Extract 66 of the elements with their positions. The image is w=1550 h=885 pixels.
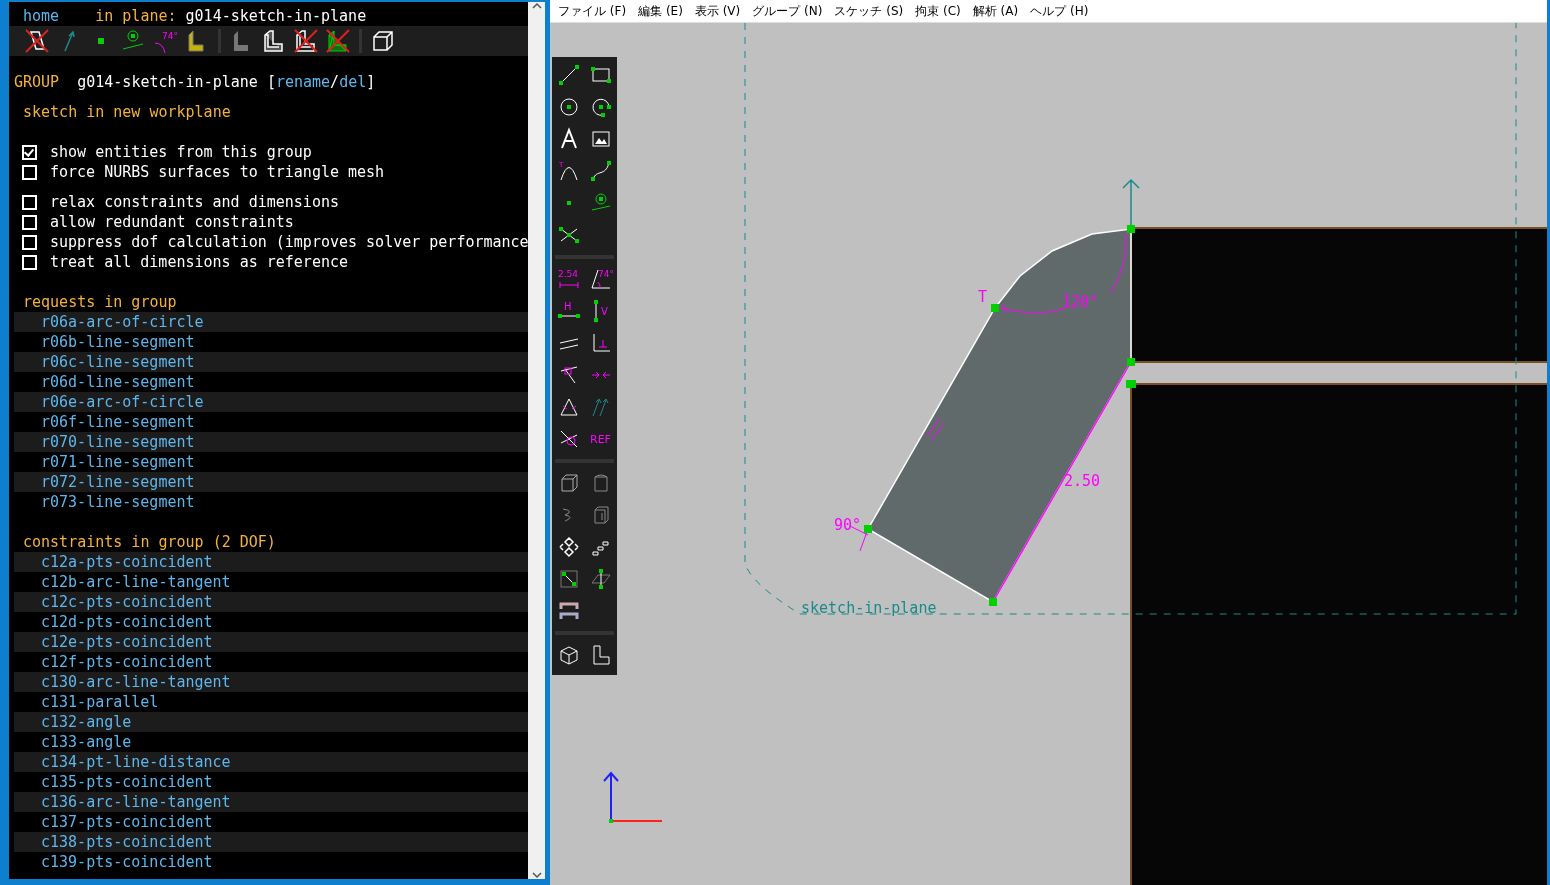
constraint-item[interactable]: c130-arc-line-tangent [14,672,528,692]
menu-item[interactable]: 編集 (E) [634,2,687,20]
checkbox[interactable] [22,214,37,230]
constraint-item[interactable]: c132-angle [14,712,528,732]
section-title: constraints in group (2 DOF) [23,532,276,552]
circle-icon[interactable] [557,95,581,119]
menu-item[interactable]: 表示 (V) [690,2,745,20]
in-workplane-icon[interactable] [589,567,613,591]
angle-label: 90° [834,516,862,534]
delete-link[interactable]: del [339,72,367,92]
constraint-item[interactable]: c12e-pts-coincident [14,632,528,652]
bracket-text: [ [266,72,276,92]
option-label: treat all dimensions as reference [50,252,348,272]
home-link[interactable]: home [23,6,60,26]
option-label: force NURBS surfaces to triangle mesh [50,162,385,182]
request-item[interactable]: r06e-arc-of-circle [14,392,528,412]
request-item[interactable]: r072-line-segment [14,472,528,492]
length-label: 2.50 [1064,472,1101,490]
in-3d-icon[interactable] [557,567,581,591]
step-rotate-icon[interactable] [557,535,581,559]
option-label: suppress dof calculation (improves solver performance [50,232,528,252]
constraint-item[interactable]: c134-pt-line-distance [14,752,528,772]
plane-name: g014-sketch-in-plane [185,6,367,26]
axis-drawing [603,771,663,823]
menu-item[interactable]: 解析 (A) [968,2,1023,20]
outlines-icon[interactable] [292,27,320,55]
option-label: allow redundant constraints [50,212,294,232]
rename-link[interactable]: rename [275,72,331,92]
checkbox[interactable] [22,234,37,250]
section-title: requests in group [23,292,177,312]
angle-label: 120° [1062,293,1099,311]
workplanes-icon[interactable] [23,27,51,55]
option-label: relax constraints and dimensions [50,192,339,212]
group-name: g014-sketch-in-plane [77,72,258,92]
group-type: sketch in new workplane [23,102,231,122]
menu-item[interactable]: スケッチ (S) [830,2,908,20]
request-item[interactable]: r070-line-segment [14,432,528,452]
checkbox[interactable] [22,194,37,210]
tangent-label: T [978,288,988,306]
checkbox[interactable] [22,254,37,270]
workplane-label: sketch-in-plane [801,599,937,617]
constraint-item[interactable]: c138-pts-coincident [14,832,528,852]
reference-icon[interactable]: REF [589,427,613,451]
parallel-mark [926,417,945,442]
menu-item[interactable]: ファイル (F) [554,2,631,20]
constraint-item[interactable]: c12a-pts-coincident [14,552,528,572]
menu-item[interactable]: グループ (N) [748,2,827,20]
scroll-up-icon[interactable] [531,2,542,10]
bracket-text: ] [366,72,376,92]
checkbox[interactable] [22,144,37,160]
request-item[interactable]: r06a-arc-of-circle [14,312,528,332]
constraint-item[interactable]: c12c-pts-coincident [14,592,528,612]
constraint-item[interactable]: c136-arc-line-tangent [14,792,528,812]
mesh-icon[interactable] [324,27,352,55]
checkbox[interactable] [22,164,37,180]
scroll-down-icon[interactable] [531,871,542,879]
scrollbar[interactable] [528,2,545,879]
spline-icon[interactable] [589,159,613,183]
request-item[interactable]: r06c-line-segment [14,352,528,372]
plane-label: in plane: [95,6,177,26]
option-label: show entities from this group [50,142,312,162]
slash-text: / [330,72,340,92]
group-label: GROUP [14,72,60,92]
menu-item[interactable]: 拘束 (C) [911,2,965,20]
menu-item[interactable]: ヘルプ (H) [1026,2,1093,20]
line-icon[interactable] [557,63,581,87]
